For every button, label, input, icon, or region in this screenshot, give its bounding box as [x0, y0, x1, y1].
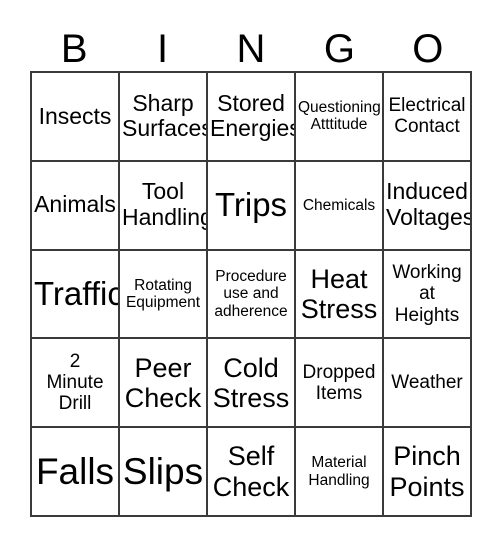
bingo-cell[interactable]: Pinch Points — [384, 428, 472, 517]
bingo-cell-label: Slips — [122, 450, 204, 492]
bingo-cell[interactable]: Heat Stress — [296, 250, 384, 340]
bingo-cell-label: Insects — [38, 102, 112, 129]
bingo-cell-label: Tool Handling — [122, 178, 208, 231]
bingo-cell[interactable]: Dropped Items — [296, 339, 384, 429]
bingo-cell-label: Sharp Surfaces — [122, 89, 208, 142]
bingo-cell[interactable]: Traffic — [32, 250, 120, 340]
bingo-cell-label: Material Handling — [308, 454, 370, 489]
bingo-cell-label: Questioning Atttitude — [298, 99, 381, 134]
bingo-cell-label: Induced Voltages — [386, 178, 472, 231]
bingo-cell[interactable]: Falls — [32, 428, 120, 517]
header-letter-b: B — [60, 27, 88, 71]
bingo-cell[interactable]: Procedure use and adherence — [208, 250, 296, 340]
bingo-cell-label: Traffic — [34, 274, 120, 312]
bingo-cell[interactable]: Insects — [32, 73, 120, 162]
bingo-cell-label: Chemicals — [302, 196, 376, 214]
bingo-card: B I N G O Insects Sharp Surfaces Stored En… — [30, 8, 472, 517]
bingo-cell[interactable]: Questioning Atttitude — [296, 73, 384, 162]
bingo-cell[interactable]: Electrical Contact — [384, 73, 472, 162]
bingo-cell[interactable]: Peer Check — [120, 339, 208, 429]
bingo-cell-label: Self Check — [212, 441, 290, 502]
bingo-cell[interactable]: Chemicals — [296, 161, 384, 251]
bingo-cell-label: Rotating Equipment — [125, 276, 201, 311]
header-letter-g: G — [323, 27, 355, 71]
bingo-cell-label: Weather — [391, 372, 463, 394]
bingo-cell-label: Dropped Items — [302, 361, 376, 404]
bingo-cell-label: 2 Minute Drill — [46, 350, 104, 415]
bingo-cell[interactable]: Material Handling — [296, 428, 384, 517]
bingo-cell[interactable]: 2 Minute Drill — [32, 339, 120, 429]
bingo-cell-label: Falls — [35, 450, 115, 492]
bingo-grid: Insects Sharp Surfaces Stored Energies Ques… — [30, 71, 472, 517]
bingo-cell[interactable]: Stored Energies — [208, 73, 296, 162]
bingo-cell[interactable]: Working at Heights — [384, 250, 472, 340]
bingo-cell-label: Electrical Contact — [388, 95, 466, 138]
bingo-cell[interactable]: Weather — [384, 339, 472, 429]
header-letter-n: N — [236, 27, 266, 71]
bingo-cell-label: Stored Energies — [210, 89, 296, 142]
bingo-cell[interactable]: Animals — [32, 161, 120, 251]
bingo-cell-label: Procedure use and adherence — [214, 267, 288, 320]
bingo-cell-label: Heat Stress — [300, 263, 378, 324]
bingo-cell[interactable]: Slips — [120, 428, 208, 517]
bingo-cell-label: Cold Stress — [212, 352, 290, 413]
bingo-cell-label: Trips — [214, 185, 288, 223]
bingo-cell[interactable]: Trips — [208, 161, 296, 251]
bingo-cell[interactable]: Self Check — [208, 428, 296, 517]
header-letter-i: I — [157, 27, 169, 71]
bingo-cell-label: Animals — [34, 191, 116, 218]
bingo-cell[interactable]: Tool Handling — [120, 161, 208, 251]
bingo-cell-label: Peer Check — [124, 352, 202, 413]
bingo-cell[interactable]: Sharp Surfaces — [120, 73, 208, 162]
bingo-cell[interactable]: Cold Stress — [208, 339, 296, 429]
bingo-cell-label: Working at Heights — [392, 262, 462, 326]
bingo-cell-label: Pinch Points — [389, 441, 465, 502]
bingo-cell[interactable]: Rotating Equipment — [120, 250, 208, 340]
bingo-header-row: B I N G O — [30, 8, 472, 71]
header-letter-o: O — [412, 27, 444, 71]
bingo-cell[interactable]: Induced Voltages — [384, 161, 472, 251]
